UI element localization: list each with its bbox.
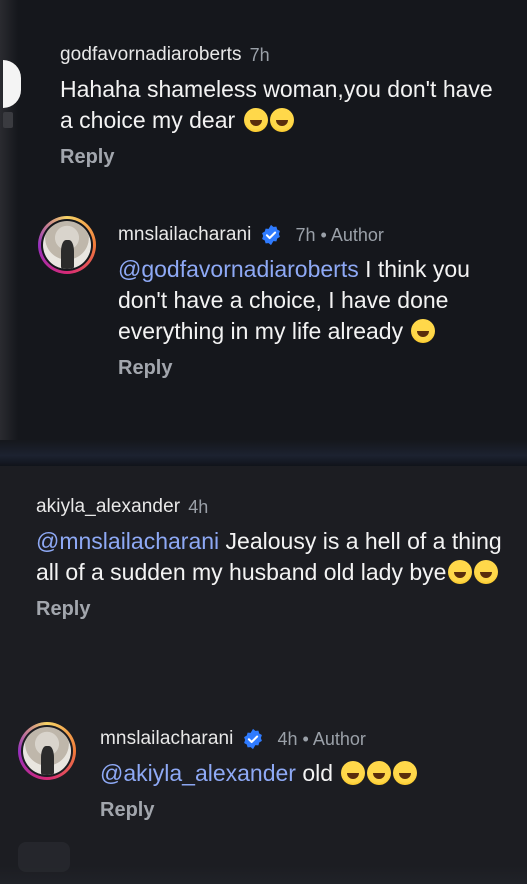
reply-time-author: 7h • Author	[295, 224, 384, 245]
reply-mnslailacharani: mnslailacharani 7h • Author @godfavornad…	[118, 224, 518, 380]
reply-text: @godfavornadiaroberts I think you don't …	[118, 254, 518, 347]
screenshot-collage: godfavornadiaroberts 7h Hahaha shameless…	[0, 0, 527, 884]
rofl-face-icon	[367, 761, 392, 785]
reply-time-author: 4h • Author	[277, 728, 366, 749]
avatar-edge[interactable]	[3, 60, 21, 108]
mention-link[interactable]: @godfavornadiaroberts	[118, 256, 359, 282]
panel-divider	[0, 440, 527, 466]
reply-username[interactable]: mnslailacharani	[100, 728, 234, 750]
reply-text: @akiyla_alexander old	[100, 758, 520, 789]
rofl-face-icon	[341, 761, 366, 785]
rofl-face-icon	[393, 761, 418, 785]
image-artifact	[18, 842, 70, 872]
panel-bottom-edge	[0, 866, 527, 884]
reply-username[interactable]: mnslailacharani	[118, 224, 252, 246]
reply-button[interactable]: Reply	[60, 146, 510, 169]
comment-time: 7h	[249, 44, 270, 65]
comment-time: 4h	[188, 496, 209, 517]
comment-text: @mnslailacharani Jealousy is a hell of a…	[36, 526, 516, 588]
profile-photo	[23, 727, 71, 775]
reply-body: old	[295, 760, 340, 786]
joy-face-icon	[474, 560, 499, 584]
joy-face-icon	[448, 560, 473, 584]
reply-mnslailacharani: mnslailacharani 4h • Author @akiyla_alex…	[100, 728, 520, 822]
comment-text: Hahaha shameless woman,you don't have a …	[60, 74, 510, 136]
comment-akiyla-alexander: akiyla_alexander 4h @mnslailacharani Jea…	[36, 496, 516, 621]
comment-username[interactable]: akiyla_alexander	[36, 496, 180, 518]
comment-username[interactable]: godfavornadiaroberts	[60, 44, 242, 66]
joy-face-icon	[243, 108, 268, 132]
verified-badge-icon	[261, 224, 280, 246]
reply-button[interactable]: Reply	[118, 357, 518, 380]
joy-face-icon	[269, 108, 294, 132]
reply-button[interactable]: Reply	[100, 799, 520, 822]
avatar-edge-dark	[3, 112, 13, 128]
mention-link[interactable]: @mnslailacharani	[36, 528, 219, 554]
avatar[interactable]	[18, 722, 76, 780]
avatar[interactable]	[38, 216, 96, 274]
rofl-face-icon	[411, 319, 436, 343]
mention-link[interactable]: @akiyla_alexander	[100, 760, 296, 786]
comments-panel-top: godfavornadiaroberts 7h Hahaha shameless…	[0, 0, 527, 466]
verified-badge-icon	[243, 728, 262, 750]
reply-button[interactable]: Reply	[36, 598, 516, 621]
comment-godfavornadiaroberts: godfavornadiaroberts 7h Hahaha shameless…	[60, 44, 510, 169]
profile-photo	[43, 221, 91, 269]
